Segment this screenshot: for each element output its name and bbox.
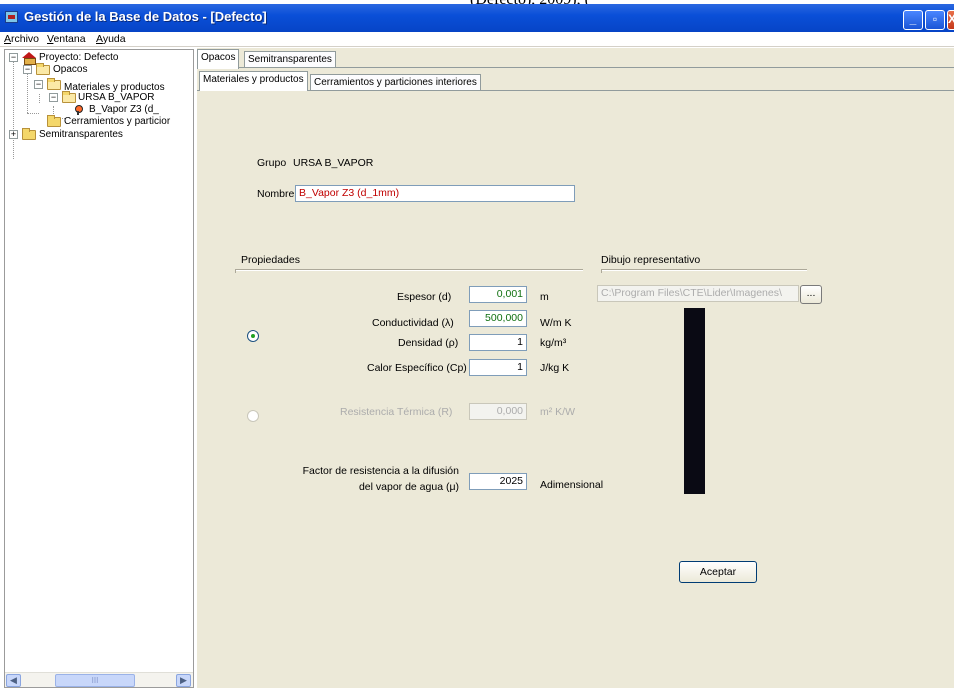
radio-propiedades[interactable] bbox=[247, 330, 259, 342]
menu-archivo[interactable]: Archivo bbox=[4, 33, 39, 45]
maximize-button[interactable]: ▫ bbox=[925, 10, 945, 30]
factor-input[interactable]: 2025 bbox=[469, 473, 527, 490]
folder-open-icon bbox=[47, 78, 61, 90]
folder-icon bbox=[47, 115, 61, 127]
tree-label: Proyecto: Defecto bbox=[39, 52, 119, 63]
dibujo-separator-tick bbox=[601, 269, 602, 273]
app-icon bbox=[5, 11, 18, 23]
subtab-materiales[interactable]: Materiales y productos bbox=[199, 71, 308, 91]
folder-open-icon bbox=[62, 91, 76, 103]
collapse-toggle[interactable]: − bbox=[23, 65, 32, 74]
title-bar: Gestión de la Base de Datos - [Defecto] … bbox=[0, 4, 954, 32]
conductividad-unit: W/m K bbox=[540, 317, 572, 329]
collapse-toggle[interactable]: − bbox=[49, 93, 58, 102]
nombre-label: Nombre bbox=[257, 188, 295, 200]
material-sample-image bbox=[684, 308, 705, 494]
dibujo-title: Dibujo representativo bbox=[601, 254, 701, 266]
factor-label-line1: Factor de resistencia a la difusión bbox=[302, 465, 459, 477]
subtab-divider bbox=[197, 90, 954, 91]
resistencia-label: Resistencia Térmica (R) bbox=[340, 406, 453, 418]
propiedades-title: Propiedades bbox=[241, 254, 300, 266]
tree-line bbox=[13, 61, 14, 159]
scroll-left-button[interactable]: ◀ bbox=[6, 674, 21, 687]
project-house-icon bbox=[22, 52, 36, 65]
menu-ventana[interactable]: Ventana bbox=[47, 33, 86, 45]
collapse-toggle[interactable]: − bbox=[34, 80, 43, 89]
factor-unit: Adimensional bbox=[540, 479, 604, 491]
tree-label: Semitransparentes bbox=[39, 129, 123, 140]
tree-line bbox=[27, 70, 28, 113]
densidad-unit: kg/m³ bbox=[540, 337, 567, 349]
densidad-input[interactable]: 1 bbox=[469, 334, 527, 351]
browse-button[interactable]: ... bbox=[800, 285, 822, 304]
calor-especifico-input[interactable]: 1 bbox=[469, 359, 527, 376]
tab-semitransparentes[interactable]: Semitransparentes bbox=[244, 51, 336, 67]
densidad-label: Densidad (ρ) bbox=[398, 337, 459, 349]
conductividad-input[interactable]: 500,000 bbox=[469, 310, 527, 327]
espesor-input[interactable]: 0,001 bbox=[469, 286, 527, 303]
propiedades-separator-tick bbox=[235, 269, 236, 273]
dibujo-separator bbox=[601, 269, 807, 271]
menu-bar: Archivo Ventana Ayuda bbox=[0, 32, 954, 47]
tab-opacos[interactable]: Opacos bbox=[197, 49, 240, 69]
conductividad-label: Conductividad (λ) bbox=[372, 317, 454, 329]
resistencia-unit: m² K/W bbox=[540, 406, 575, 418]
folder-open-icon bbox=[36, 63, 50, 75]
menu-ayuda[interactable]: Ayuda bbox=[96, 33, 126, 45]
tree-label: B_Vapor Z3 (d_ bbox=[89, 104, 159, 115]
materials-form: Grupo URSA B_VAPOR Nombre B_Vapor Z3 (d_… bbox=[197, 92, 954, 688]
calor-especifico-label: Calor Específico (Cp) bbox=[367, 362, 467, 374]
tree-label: Opacos bbox=[53, 64, 88, 75]
image-path-field: C:\Program Files\CTE\Lider\Imagenes\ bbox=[597, 285, 799, 302]
tree-label: Cerramientos y particior bbox=[64, 116, 171, 127]
resistencia-input: 0,000 bbox=[469, 403, 527, 420]
aceptar-button[interactable]: Aceptar bbox=[679, 561, 757, 583]
minimize-button[interactable]: _ bbox=[903, 10, 923, 30]
scroll-thumb[interactable]: III bbox=[55, 674, 135, 687]
tree-line bbox=[39, 94, 40, 103]
window-title: Gestión de la Base de Datos - [Defecto] bbox=[24, 9, 267, 24]
espesor-label: Espesor (d) bbox=[397, 291, 452, 303]
grupo-value: URSA B_VAPOR bbox=[293, 157, 374, 169]
subtab-cerramientos[interactable]: Cerramientos y particiones interiores bbox=[310, 74, 481, 90]
material-pin-icon bbox=[75, 105, 83, 115]
tree-horizontal-scrollbar[interactable]: ◀ III ▶ bbox=[5, 672, 193, 687]
scroll-right-button[interactable]: ▶ bbox=[176, 674, 191, 687]
expand-toggle[interactable]: + bbox=[9, 130, 18, 139]
radio-resistencia[interactable] bbox=[247, 410, 259, 422]
main-panel: Opacos Semitransparentes Materiales y pr… bbox=[197, 48, 954, 688]
close-button[interactable]: X bbox=[947, 10, 954, 30]
folder-icon bbox=[22, 128, 36, 140]
propiedades-separator bbox=[235, 269, 583, 271]
espesor-unit: m bbox=[540, 291, 549, 303]
tree-label: URSA B_VAPOR bbox=[78, 92, 155, 103]
project-tree-panel: − Proyecto: Defecto − Opacos − Materiale… bbox=[4, 49, 194, 688]
nombre-input[interactable]: B_Vapor Z3 (d_1mm) bbox=[295, 185, 575, 202]
collapse-toggle[interactable]: − bbox=[9, 53, 18, 62]
tree-line bbox=[27, 113, 39, 114]
calor-especifico-unit: J/kg K bbox=[540, 362, 570, 374]
grupo-label: Grupo bbox=[257, 157, 287, 169]
factor-label-line2: del vapor de agua (μ) bbox=[358, 481, 459, 493]
